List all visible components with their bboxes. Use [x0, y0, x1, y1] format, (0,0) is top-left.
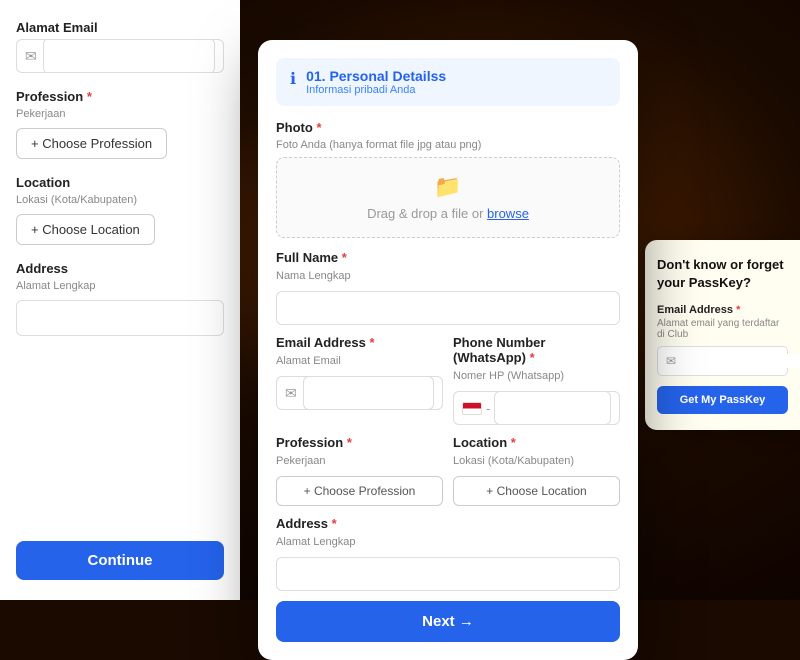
email-icon: ✉ [285, 385, 297, 402]
left-panel: Alamat Email ✉ Profession * Pekerjaan + … [0, 0, 240, 600]
upload-text: Drag & drop a file or browse [367, 206, 529, 221]
location-sublabel: Lokasi (Kota/Kabupaten) [453, 455, 620, 467]
left-profession-sublabel: Pekerjaan [16, 108, 224, 120]
folder-icon: 📁 [434, 174, 461, 200]
profession-label: Profession * [276, 435, 443, 450]
left-address-input[interactable] [16, 300, 224, 336]
left-location-sublabel: Lokasi (Kota/Kabupaten) [16, 194, 224, 206]
location-field-group: Location * Lokasi (Kota/Kabupaten) + Cho… [453, 435, 620, 506]
left-choose-profession-btn[interactable]: + Choose Profession [16, 128, 167, 159]
choose-profession-btn[interactable]: + Choose Profession [276, 476, 443, 506]
right-email-input[interactable] [681, 354, 800, 368]
photo-sublabel: Foto Anda (hanya format file jpg atau pn… [276, 139, 620, 151]
choose-location-btn[interactable]: + Choose Location [453, 476, 620, 506]
profession-sublabel: Pekerjaan [276, 455, 443, 467]
left-email-icon: ✉ [25, 48, 37, 65]
right-email-req: * [736, 304, 740, 316]
left-email-input[interactable] [43, 39, 215, 73]
left-location-group: Location Lokasi (Kota/Kabupaten) + Choos… [16, 175, 224, 245]
right-email-wrap: ✉ [657, 346, 788, 376]
left-address-sublabel: Alamat Lengkap [16, 280, 224, 292]
phone-input[interactable] [494, 391, 611, 425]
left-email-group: Alamat Email ✉ [16, 20, 224, 73]
email-input-wrap: ✉ [276, 376, 443, 410]
right-email-icon: ✉ [666, 354, 676, 368]
email-field-group: Email Address * Alamat Email ✉ [276, 335, 443, 425]
left-email-wrap: ✉ [16, 39, 224, 73]
address-input[interactable] [276, 557, 620, 591]
next-btn[interactable]: Next → [276, 601, 620, 642]
email-phone-row: Email Address * Alamat Email ✉ Phone Num… [276, 335, 620, 425]
step-title: 01. Personal Detailss [306, 68, 446, 84]
step-info: 01. Personal Detailss Informasi pribadi … [306, 68, 446, 96]
photo-upload-area[interactable]: 📁 Drag & drop a file or browse [276, 157, 620, 238]
step-subtitle: Informasi pribadi Anda [306, 84, 446, 96]
left-choose-location-btn[interactable]: + Choose Location [16, 214, 155, 245]
browse-link[interactable]: browse [487, 206, 529, 221]
photo-label: Photo * [276, 120, 620, 135]
phone-field-group: Phone Number (WhatsApp) * Nomer HP (What… [453, 335, 620, 425]
address-label: Address * [276, 516, 620, 531]
left-email-label: Alamat Email [16, 20, 224, 35]
step-banner: ℹ 01. Personal Detailss Informasi pribad… [276, 58, 620, 106]
phone-input-wrap: - [453, 391, 620, 425]
address-field-group: Address * Alamat Lengkap [276, 516, 620, 591]
get-passkey-btn[interactable]: Get My PassKey [657, 386, 788, 414]
left-profession-label: Profession * [16, 89, 224, 104]
fullname-input[interactable] [276, 291, 620, 325]
fullname-label: Full Name * [276, 250, 620, 265]
fullname-sublabel: Nama Lengkap [276, 270, 620, 282]
flag-indonesia [462, 402, 482, 415]
right-email-label: Email Address * [657, 304, 788, 316]
email-label: Email Address * [276, 335, 443, 350]
left-location-label: Location [16, 175, 224, 190]
left-address-label: Address [16, 261, 224, 276]
info-icon: ℹ [290, 69, 296, 89]
phone-label: Phone Number (WhatsApp) * [453, 335, 620, 365]
email-input[interactable] [303, 376, 434, 410]
continue-btn[interactable]: Continue [16, 541, 224, 580]
location-label: Location * [453, 435, 620, 450]
right-email-sublabel: Alamat email yang terdaftar di Club [657, 318, 788, 340]
address-sublabel: Alamat Lengkap [276, 536, 620, 548]
phone-dash: - [486, 401, 490, 416]
phone-sublabel: Nomer HP (Whatsapp) [453, 370, 620, 382]
main-modal: ℹ 01. Personal Detailss Informasi pribad… [258, 40, 638, 660]
profession-field-group: Profession * Pekerjaan + Choose Professi… [276, 435, 443, 506]
left-profession-group: Profession * Pekerjaan + Choose Professi… [16, 89, 224, 159]
profession-required: * [87, 89, 92, 104]
right-panel-title: Don't know or forget your PassKey? [657, 256, 788, 292]
left-address-group: Address Alamat Lengkap [16, 261, 224, 336]
profession-location-row: Profession * Pekerjaan + Choose Professi… [276, 435, 620, 506]
right-panel: Don't know or forget your PassKey? Email… [645, 240, 800, 430]
email-sublabel: Alamat Email [276, 355, 443, 367]
fullname-field: Full Name * Nama Lengkap [276, 250, 620, 325]
